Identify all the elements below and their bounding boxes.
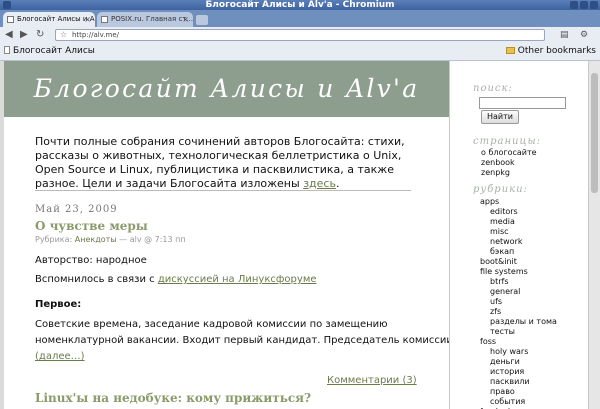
sidebar-rubric-link[interactable]: file systems	[480, 267, 528, 277]
pages-heading: страницы:	[473, 136, 541, 147]
rubric-prefix: Рубрика:	[35, 235, 73, 244]
close-tab-icon[interactable]: ×	[84, 12, 91, 27]
sidebar-page-link[interactable]: о блогосайте	[481, 148, 537, 158]
sidebar-rubric-link[interactable]: ufs	[490, 297, 502, 307]
sidebar-rubric-link[interactable]: network	[490, 237, 523, 247]
intro-link[interactable]: здесь	[303, 177, 336, 190]
page-icon	[4, 46, 10, 54]
sidebar-rubric-link[interactable]: тесты	[490, 327, 515, 337]
blog-title[interactable]: Блогосайт Алисы и Alv'a	[34, 74, 420, 103]
sidebar-rubric-link[interactable]: деньги	[490, 357, 520, 367]
page-favicon-icon	[101, 16, 108, 23]
sidebar: поиск: Найти страницы: о блогосайте zenbo…	[449, 61, 589, 409]
other-bookmarks[interactable]: Other bookmarks	[505, 43, 596, 59]
sidebar-rubric-link[interactable]: разделы и тома	[490, 317, 557, 327]
sidebar-rubric-link[interactable]: право	[490, 387, 515, 397]
reason-text: Вспомнилось в связи с	[35, 274, 158, 285]
rubric-link[interactable]: Анекдоты	[75, 235, 117, 244]
sidebar-rubric-link[interactable]: события	[490, 397, 525, 407]
vertical-scrollbar[interactable]	[588, 61, 600, 409]
sidebar-rubric-link[interactable]: editors	[490, 207, 518, 217]
page-viewport: Блогосайт Алисы и Alv'a Почти полные соб…	[0, 61, 600, 409]
sidebar-rubric-link[interactable]: zfs	[490, 307, 501, 317]
sidebar-rubric-link[interactable]: apps	[480, 197, 499, 207]
bookmark-label: Блогосайт Алисы	[13, 46, 95, 56]
close-tab-icon[interactable]: ×	[182, 12, 189, 27]
search-button[interactable]: Найти	[481, 110, 519, 124]
scrollbar-thumb[interactable]	[591, 73, 598, 193]
tab-posix[interactable]: POSIX.ru. Главная ст... ×	[97, 12, 193, 27]
tab-label: Блогосайт Алисы и Al...	[17, 15, 95, 23]
post-title[interactable]: О чувстве меры	[35, 219, 148, 233]
close-window-icon[interactable]	[590, 1, 598, 9]
sidebar-rubric-link[interactable]: паcквили	[490, 377, 530, 387]
maximize-icon[interactable]	[580, 1, 588, 9]
comments-link[interactable]: Комментарии (3)	[327, 375, 417, 386]
sidebar-rubric-link[interactable]: бэкап	[490, 247, 514, 257]
window-title: Блогосайт Алисы и Alv'a - Chromium	[205, 0, 395, 10]
blog-header: Блогосайт Алисы и Alv'a	[4, 61, 449, 117]
sidebar-rubric-link[interactable]: btrfs	[490, 277, 509, 287]
page-menu-icon[interactable]: ▤	[560, 29, 569, 41]
other-bookmarks-label: Other bookmarks	[517, 46, 596, 56]
browser-toolbar: ◀ ▶ ↻ ☆ http://alv.me/ ▤ ⚙	[0, 27, 600, 43]
forward-icon[interactable]: ▶	[20, 29, 28, 41]
sidebar-page-link[interactable]: zenpkg	[481, 168, 510, 178]
search-input[interactable]	[479, 97, 566, 109]
post-meta: Рубрика: Анекдоты — alv @ 7:13 пп	[35, 235, 186, 244]
forum-link[interactable]: дискуссией на Линуксфоруме	[158, 274, 317, 285]
sidebar-rubric-link[interactable]: misc	[490, 227, 509, 237]
new-tab-button[interactable]	[196, 15, 208, 25]
divider	[35, 190, 411, 191]
search-heading: поиск:	[473, 83, 513, 94]
sidebar-rubric-link[interactable]: general	[490, 287, 520, 297]
read-more-line: (далее…)	[35, 351, 85, 362]
intro-text: Почти полные собрания сочинений авторов …	[35, 135, 420, 191]
reload-icon[interactable]: ↻	[36, 29, 44, 41]
window-menu-icon[interactable]	[3, 1, 11, 9]
sidebar-rubric-link[interactable]: история	[490, 367, 524, 377]
rubrics-heading: рубрики:	[473, 184, 528, 195]
tab-blog[interactable]: Блогосайт Алисы и Al... ×	[3, 12, 95, 27]
read-more-link[interactable]: (далее…)	[35, 351, 85, 362]
reason-line: Вспомнилось в связи с дискуссией на Лину…	[35, 274, 317, 285]
authorship-line: Авторство: народное	[35, 255, 147, 266]
intro-body: Почти полные собрания сочинений авторов …	[35, 135, 405, 190]
page-favicon-icon	[7, 16, 14, 23]
intro-end: .	[335, 177, 340, 190]
bookmarks-bar: Блогосайт Алисы Other bookmarks	[0, 43, 600, 61]
tab-label: POSIX.ru. Главная ст...	[111, 15, 193, 23]
tab-strip: Блогосайт Алисы и Al... × POSIX.ru. Глав…	[0, 10, 600, 27]
post-body-line-2: номенклатурной вакансии. Входит первый к…	[35, 335, 457, 346]
back-icon[interactable]: ◀	[5, 29, 13, 41]
sidebar-rubric-link[interactable]: foss	[480, 337, 496, 347]
main-column: Блогосайт Алисы и Alv'a Почти полные соб…	[4, 61, 456, 409]
address-url: http://alv.me/	[72, 31, 119, 39]
window-title-bar: Блогосайт Алисы и Alv'a - Chromium	[0, 0, 600, 10]
post2-title[interactable]: Linux'ы на недобуке: кому прижиться?	[35, 391, 311, 405]
sidebar-rubric-link[interactable]: holy wars	[490, 347, 528, 357]
wrench-icon[interactable]: ⚙	[580, 29, 588, 41]
post-author-time: — alv @ 7:13 пп	[119, 235, 186, 244]
sidebar-rubric-link[interactable]: boot&init	[480, 257, 517, 267]
sidebar-page-link[interactable]: zenbook	[481, 158, 515, 168]
minimize-icon[interactable]	[570, 1, 578, 9]
first-heading: Первое:	[35, 299, 82, 310]
folder-icon	[505, 47, 515, 54]
sidebar-rubric-link[interactable]: media	[490, 217, 515, 227]
post-body-line-1: Советские времена, заседание кадровой ко…	[35, 319, 388, 330]
bookmark-star-icon[interactable]: ☆	[60, 30, 67, 40]
address-bar[interactable]: ☆ http://alv.me/	[55, 29, 545, 41]
post-date: Май 23, 2009	[35, 204, 118, 215]
bookmark-blog[interactable]: Блогосайт Алисы	[4, 43, 95, 59]
